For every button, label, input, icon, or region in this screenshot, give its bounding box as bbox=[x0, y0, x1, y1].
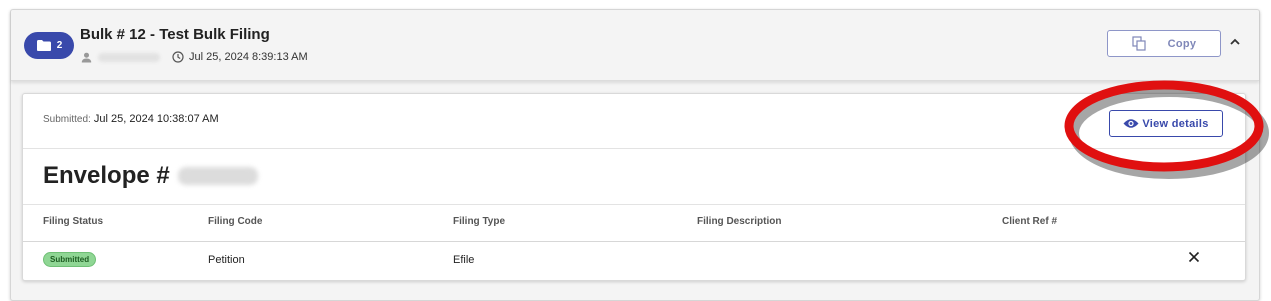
submitted-label: Submitted: bbox=[43, 114, 91, 125]
bulk-title: Bulk # 12 - Test Bulk Filing bbox=[80, 26, 270, 43]
filing-code-cell: Petition bbox=[208, 254, 245, 266]
clock-icon bbox=[172, 51, 184, 63]
bulk-meta: Jul 25, 2024 8:39:13 AM bbox=[81, 51, 308, 63]
view-details-label: View details bbox=[1142, 117, 1209, 130]
divider bbox=[23, 148, 1245, 149]
col-header-client-ref[interactable]: Client Ref # bbox=[1002, 216, 1057, 227]
submitted-date: Jul 25, 2024 10:38:07 AM bbox=[93, 113, 219, 125]
folder-count: 2 bbox=[56, 40, 63, 51]
envelope-card: Submitted: Jul 25, 2024 10:38:07 AM View… bbox=[22, 93, 1246, 281]
copy-icon bbox=[1132, 36, 1146, 51]
user-icon bbox=[81, 52, 92, 62]
col-header-filing-status[interactable]: Filing Status bbox=[43, 216, 103, 227]
folder-badge: 2 bbox=[24, 32, 74, 59]
redacted-envelope-number bbox=[177, 167, 258, 185]
folder-icon bbox=[36, 40, 51, 51]
divider bbox=[23, 204, 1245, 205]
view-details-button[interactable]: View details bbox=[1109, 110, 1223, 137]
status-badge: Submitted bbox=[43, 252, 97, 267]
col-header-filing-description[interactable]: Filing Description bbox=[697, 216, 781, 227]
redacted-username bbox=[98, 52, 160, 62]
col-header-filing-code[interactable]: Filing Code bbox=[208, 216, 262, 227]
eye-icon bbox=[1123, 119, 1139, 128]
envelope-title-text: Envelope # bbox=[43, 162, 170, 189]
copy-button[interactable]: Copy bbox=[1107, 30, 1221, 57]
bulk-filing-card: 2 Bulk # 12 - Test Bulk Filing Jul 25, 2… bbox=[10, 9, 1260, 301]
copy-button-label: Copy bbox=[1167, 37, 1197, 50]
bulk-created-date: Jul 25, 2024 8:39:13 AM bbox=[189, 51, 308, 63]
submitted-line: Submitted: Jul 25, 2024 10:38:07 AM bbox=[43, 113, 219, 125]
close-icon[interactable] bbox=[1188, 251, 1200, 263]
filing-type-cell: Efile bbox=[453, 254, 475, 266]
divider bbox=[23, 241, 1245, 242]
col-header-filing-type[interactable]: Filing Type bbox=[453, 216, 505, 227]
envelope-title: Envelope # bbox=[43, 162, 258, 190]
chevron-up-icon[interactable] bbox=[1229, 37, 1241, 47]
bulk-header[interactable]: 2 Bulk # 12 - Test Bulk Filing Jul 25, 2… bbox=[11, 10, 1259, 81]
